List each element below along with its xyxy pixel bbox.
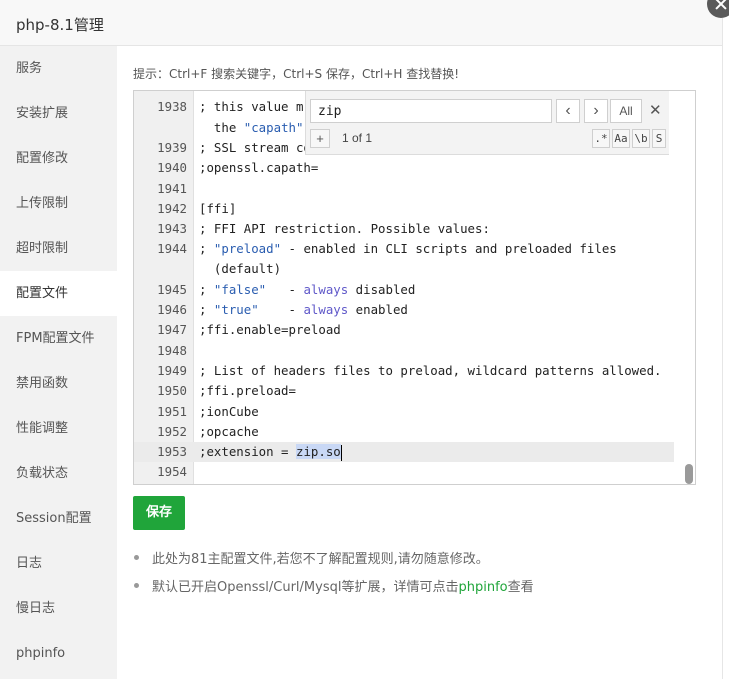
search-in-selection-toggle[interactable]: S (652, 129, 666, 148)
line-number: 1943 (157, 221, 187, 236)
php-manage-dialog: php-8.1管理 服务 安装扩展 配置修改 上传限制 超时限制 配置文件 FP… (0, 0, 722, 679)
sidebar: 服务 安装扩展 配置修改 上传限制 超时限制 配置文件 FPM配置文件 禁用函数… (0, 46, 117, 679)
code-line[interactable]: 1954 (134, 462, 674, 482)
line-number: 1945 (157, 282, 187, 297)
text-cursor (340, 444, 342, 461)
search-next-button[interactable]: › (584, 99, 608, 123)
dialog-title-bar: php-8.1管理 (0, 0, 722, 46)
search-prev-button[interactable]: ‹ (556, 99, 580, 123)
code-line[interactable]: 1948 (134, 341, 674, 361)
line-number: 1951 (157, 404, 187, 419)
code-line[interactable]: 1947 ;ffi.enable=preload (134, 320, 674, 340)
line-text: ; "true" - always enabled (199, 302, 408, 317)
regex-toggle[interactable]: .* (592, 129, 610, 148)
close-icon[interactable]: ✕ (649, 101, 662, 119)
line-number: 1954 (157, 464, 187, 479)
line-number: 1949 (157, 363, 187, 378)
true-string: "true" (213, 302, 259, 317)
line-text: ;ffi.enable=preload (199, 322, 341, 337)
note-text: 此处为81主配置文件,若您不了解配置规则,请勿随意修改。 (152, 552, 489, 567)
sidebar-item-performance-tuning[interactable]: 性能调整 (0, 406, 117, 451)
line-number: 1947 (157, 322, 187, 337)
line-text: ;ionCube (199, 404, 259, 419)
background-page-edge (722, 0, 729, 679)
bullet-icon (134, 555, 139, 560)
sidebar-item-config-modify[interactable]: 配置修改 (0, 136, 117, 181)
code-line[interactable]: 1944 ; "preload" - enabled in CLI scripts… (134, 239, 674, 259)
sidebar-item-disabled-functions[interactable]: 禁用函数 (0, 361, 117, 406)
code-line[interactable]: 1940 ;openssl.capath= (134, 158, 674, 178)
line-text: ; this value m (199, 99, 304, 114)
line-text: ;openssl.capath= (199, 160, 319, 175)
line-text: ;opcache (199, 424, 259, 439)
code-line[interactable]: 1951 ;ionCube (134, 402, 674, 422)
line-text: ;ffi.preload= (199, 383, 296, 398)
always-keyword: always (303, 302, 349, 317)
line-text: ; SSL stream co (199, 140, 311, 155)
line-text: [ffi] (199, 201, 237, 216)
sidebar-item-fpm-config-file[interactable]: FPM配置文件 (0, 316, 117, 361)
search-input[interactable] (310, 99, 552, 123)
sidebar-item-phpinfo[interactable]: phpinfo (0, 631, 117, 676)
shortcut-hint: 提示：Ctrl+F 搜索关键字，Ctrl+S 保存，Ctrl+H 查找替换! (133, 67, 460, 81)
line-number: 1941 (157, 181, 187, 196)
line-text: the "capath" (199, 120, 304, 135)
line-number: 1940 (157, 160, 187, 175)
whole-word-toggle[interactable]: \b (632, 129, 650, 148)
line-number: 1948 (157, 343, 187, 358)
search-panel: ‹ › All ✕ + 1 of 1 .* Aa \b S (305, 91, 669, 155)
code-line[interactable]: 1952 ;opcache (134, 422, 674, 442)
code-line[interactable]: 1946 ; "true" - always enabled (134, 300, 674, 320)
sidebar-item-config-file[interactable]: 配置文件 (0, 271, 117, 316)
code-line[interactable]: 1941 (134, 179, 674, 199)
match-count: 1 of 1 (342, 131, 373, 145)
line-text: ; "preload" - enabled in CLI scripts and… (199, 241, 617, 256)
capath-string: "capath" (243, 120, 304, 135)
sidebar-item-log[interactable]: 日志 (0, 541, 117, 586)
false-string: "false" (213, 282, 267, 297)
line-text: (default) (199, 261, 282, 276)
line-number: 1939 (157, 140, 187, 155)
line-text: ; "false" - always disabled (199, 282, 416, 297)
editor-scrollbar-thumb[interactable] (685, 464, 693, 484)
sidebar-item-timeout-limit[interactable]: 超时限制 (0, 226, 117, 271)
bullet-icon (134, 583, 139, 588)
line-number: 1950 (157, 383, 187, 398)
replace-toggle-button[interactable]: + (310, 129, 330, 148)
save-button[interactable]: 保存 (133, 496, 185, 530)
line-number: 1953 (157, 444, 187, 459)
code-editor[interactable]: 1938 ; this value m the "capath" 1939 ; SS… (133, 90, 696, 485)
note-text: 默认已开启Openssl/Curl/Mysql等扩展，详情可点击phpinfo查… (152, 576, 534, 595)
sidebar-item-upload-limit[interactable]: 上传限制 (0, 181, 117, 226)
line-text: ;extension = zip.so (199, 444, 342, 461)
code-line-active[interactable]: 1953 ;extension = zip.so (134, 442, 674, 462)
note-suffix: 查看 (507, 580, 534, 595)
sidebar-item-session-config[interactable]: Session配置 (0, 496, 117, 541)
search-all-button[interactable]: All (610, 99, 642, 123)
dialog-title: php-8.1管理 (16, 16, 104, 34)
phpinfo-link[interactable]: phpinfo (458, 580, 507, 595)
case-sensitive-toggle[interactable]: Aa (612, 129, 630, 148)
code-line[interactable]: 1942 [ffi] (134, 199, 674, 219)
search-match-highlight: zip.so (295, 444, 341, 459)
sidebar-item-slow-log[interactable]: 慢日志 (0, 586, 117, 631)
line-text: ; FFI API restriction. Possible values: (199, 221, 490, 236)
code-line[interactable]: (default) (134, 259, 674, 279)
sidebar-item-load-status[interactable]: 负载状态 (0, 451, 117, 496)
line-number: 1942 (157, 201, 187, 216)
code-line[interactable]: 1949 ; List of headers files to preload, … (134, 361, 674, 381)
preload-string: "preload" (213, 241, 282, 256)
always-keyword: always (303, 282, 349, 297)
line-number: 1938 (157, 99, 187, 114)
code-line[interactable]: 1950 ;ffi.preload= (134, 381, 674, 401)
code-line[interactable]: 1945 ; "false" - always disabled (134, 280, 674, 300)
note-prefix: 默认已开启Openssl/Curl/Mysql等扩展，详情可点击 (152, 580, 459, 595)
line-number: 1944 (157, 241, 187, 256)
sidebar-item-install-extension[interactable]: 安装扩展 (0, 91, 117, 136)
sidebar-item-service[interactable]: 服务 (0, 46, 117, 91)
line-number: 1946 (157, 302, 187, 317)
line-text: ; List of headers files to preload, wild… (199, 363, 662, 378)
code-line[interactable]: 1943 ; FFI API restriction. Possible valu… (134, 219, 674, 239)
line-number: 1952 (157, 424, 187, 439)
